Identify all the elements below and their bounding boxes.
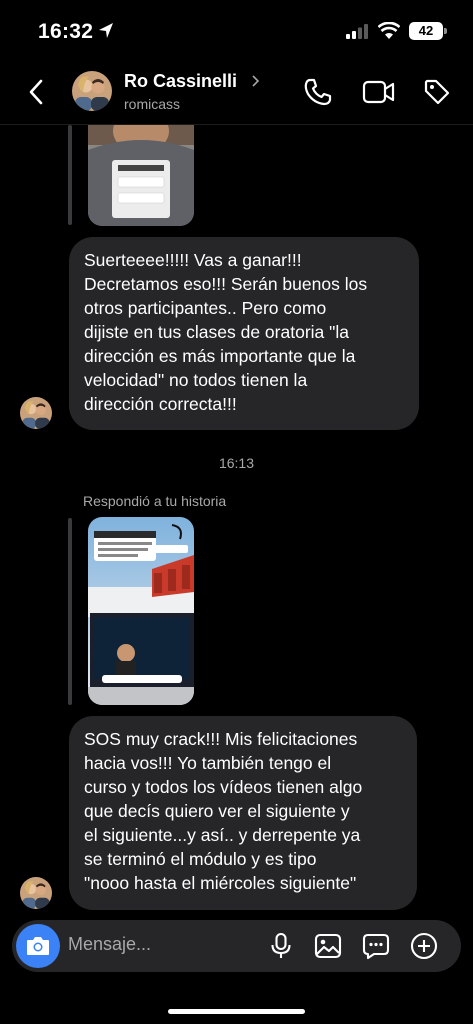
contact-name[interactable]: Ro Cassinelli (124, 71, 237, 92)
back-icon[interactable] (26, 77, 48, 107)
status-bar: 16:32 42 (0, 0, 473, 60)
microphone-icon[interactable] (269, 932, 293, 960)
message-composer: Mensaje... (12, 920, 461, 972)
chat-header: Ro Cassinelli romicass (0, 62, 473, 124)
contact-username[interactable]: romicass (124, 96, 180, 112)
message-bubble[interactable]: Suerteeee!!!!! Vas a ganar!!! Decretamos… (69, 237, 419, 430)
battery-level: 42 (409, 22, 443, 40)
home-indicator (168, 1009, 305, 1014)
camera-button[interactable] (16, 924, 60, 968)
story-reply-label: Respondió a tu historia (83, 493, 227, 509)
video-call-icon[interactable] (362, 78, 396, 106)
phone-icon[interactable] (303, 77, 333, 107)
wifi-icon (378, 22, 400, 39)
chevron-right-icon (252, 75, 260, 87)
story-thumbnail[interactable] (88, 125, 194, 226)
location-arrow-icon (99, 23, 113, 38)
plus-icon[interactable] (410, 932, 438, 960)
message-input[interactable]: Mensaje... (68, 934, 151, 955)
message-timestamp: 16:13 (218, 455, 255, 471)
sender-avatar (20, 397, 52, 429)
sender-avatar (20, 877, 52, 909)
message-bubble[interactable]: SOS muy crack!!! Mis felicitaciones haci… (69, 716, 417, 910)
reply-indicator-bar (68, 125, 72, 225)
image-icon[interactable] (314, 932, 342, 960)
battery-tip (444, 28, 447, 34)
reply-indicator-bar (68, 518, 72, 705)
sticker-icon[interactable] (362, 932, 390, 960)
message-thread: Suerteeee!!!!! Vas a ganar!!! Decretamos… (0, 125, 473, 915)
status-time: 16:32 (38, 20, 94, 43)
tag-icon[interactable] (423, 78, 451, 106)
camera-icon (27, 937, 49, 955)
contact-avatar[interactable] (72, 71, 112, 111)
story-thumbnail[interactable] (88, 517, 194, 705)
cellular-signal-icon (346, 24, 368, 39)
